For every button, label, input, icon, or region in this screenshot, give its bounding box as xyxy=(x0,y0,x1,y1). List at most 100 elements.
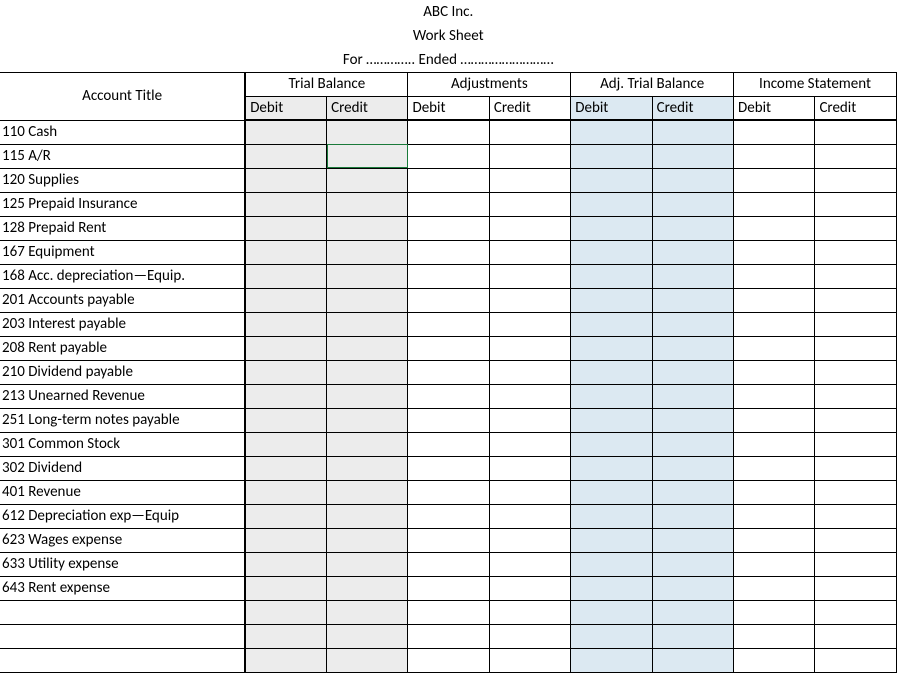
data-cell[interactable] xyxy=(652,456,733,480)
data-cell[interactable] xyxy=(408,360,489,384)
data-cell[interactable] xyxy=(815,336,897,360)
data-cell[interactable] xyxy=(652,600,733,624)
data-cell[interactable] xyxy=(245,552,326,576)
account-title-cell[interactable]: 213 Unearned Revenue xyxy=(0,384,245,408)
data-cell[interactable] xyxy=(489,144,570,168)
data-cell[interactable] xyxy=(652,216,733,240)
data-cell[interactable] xyxy=(652,264,733,288)
data-cell[interactable] xyxy=(571,384,652,408)
account-title-cell[interactable]: 302 Dividend xyxy=(0,456,245,480)
data-cell[interactable] xyxy=(245,408,326,432)
data-cell[interactable] xyxy=(489,504,570,528)
data-cell[interactable] xyxy=(489,168,570,192)
data-cell[interactable] xyxy=(408,264,489,288)
data-cell[interactable] xyxy=(652,480,733,504)
account-title-cell[interactable]: 251 Long-term notes payable xyxy=(0,408,245,432)
data-cell[interactable] xyxy=(245,360,326,384)
data-cell[interactable] xyxy=(815,456,897,480)
data-cell[interactable] xyxy=(489,624,570,648)
data-cell[interactable] xyxy=(571,456,652,480)
data-cell[interactable] xyxy=(734,336,815,360)
data-cell[interactable] xyxy=(408,216,489,240)
account-title-cell[interactable]: 128 Prepaid Rent xyxy=(0,216,245,240)
data-cell[interactable] xyxy=(489,312,570,336)
data-cell[interactable] xyxy=(815,576,897,600)
data-cell[interactable] xyxy=(245,624,326,648)
data-cell[interactable] xyxy=(489,288,570,312)
data-cell[interactable] xyxy=(327,600,408,624)
data-cell[interactable] xyxy=(571,216,652,240)
data-cell[interactable] xyxy=(327,288,408,312)
data-cell[interactable] xyxy=(815,240,897,264)
data-cell[interactable] xyxy=(652,408,733,432)
data-cell[interactable] xyxy=(489,192,570,216)
data-cell[interactable] xyxy=(815,192,897,216)
data-cell[interactable] xyxy=(734,144,815,168)
data-cell[interactable] xyxy=(408,576,489,600)
data-cell[interactable] xyxy=(734,624,815,648)
account-title-cell[interactable]: 203 Interest payable xyxy=(0,312,245,336)
data-cell[interactable] xyxy=(571,408,652,432)
data-cell[interactable] xyxy=(245,264,326,288)
data-cell[interactable] xyxy=(408,168,489,192)
data-cell[interactable] xyxy=(245,336,326,360)
account-title-cell[interactable]: 612 Depreciation exp—Equip xyxy=(0,504,245,528)
data-cell[interactable] xyxy=(489,576,570,600)
data-cell[interactable] xyxy=(408,480,489,504)
data-cell[interactable] xyxy=(652,384,733,408)
data-cell[interactable] xyxy=(408,648,489,672)
data-cell[interactable] xyxy=(815,360,897,384)
data-cell[interactable] xyxy=(327,552,408,576)
account-title-cell[interactable]: 633 Utility expense xyxy=(0,552,245,576)
data-cell[interactable] xyxy=(245,120,326,144)
data-cell[interactable] xyxy=(489,480,570,504)
account-title-cell[interactable]: 201 Accounts payable xyxy=(0,288,245,312)
data-cell[interactable] xyxy=(408,600,489,624)
data-cell[interactable] xyxy=(327,576,408,600)
data-cell[interactable] xyxy=(245,576,326,600)
data-cell[interactable] xyxy=(652,624,733,648)
data-cell[interactable] xyxy=(652,120,733,144)
data-cell[interactable] xyxy=(652,360,733,384)
data-cell[interactable] xyxy=(815,144,897,168)
data-cell[interactable] xyxy=(489,264,570,288)
data-cell[interactable] xyxy=(408,336,489,360)
data-cell[interactable] xyxy=(734,168,815,192)
data-cell[interactable] xyxy=(815,264,897,288)
data-cell[interactable] xyxy=(571,624,652,648)
data-cell[interactable] xyxy=(734,528,815,552)
data-cell[interactable] xyxy=(815,312,897,336)
data-cell[interactable] xyxy=(408,528,489,552)
data-cell[interactable] xyxy=(652,552,733,576)
data-cell[interactable] xyxy=(408,504,489,528)
data-cell[interactable] xyxy=(327,168,408,192)
data-cell[interactable] xyxy=(327,408,408,432)
data-cell[interactable] xyxy=(245,216,326,240)
data-cell[interactable] xyxy=(734,216,815,240)
data-cell[interactable] xyxy=(571,264,652,288)
data-cell[interactable] xyxy=(489,552,570,576)
data-cell[interactable] xyxy=(408,120,489,144)
data-cell[interactable] xyxy=(408,144,489,168)
account-title-cell[interactable]: 110 Cash xyxy=(0,120,245,144)
data-cell[interactable] xyxy=(815,168,897,192)
data-cell[interactable] xyxy=(652,648,733,672)
data-cell[interactable] xyxy=(734,480,815,504)
data-cell[interactable] xyxy=(571,144,652,168)
data-cell[interactable] xyxy=(571,168,652,192)
account-title-cell[interactable]: 210 Dividend payable xyxy=(0,360,245,384)
data-cell[interactable] xyxy=(245,648,326,672)
data-cell[interactable] xyxy=(734,600,815,624)
account-title-cell[interactable]: 208 Rent payable xyxy=(0,336,245,360)
data-cell[interactable] xyxy=(327,336,408,360)
data-cell[interactable] xyxy=(815,384,897,408)
data-cell[interactable] xyxy=(245,528,326,552)
account-title-cell[interactable]: 115 A/R xyxy=(0,144,245,168)
data-cell[interactable] xyxy=(571,240,652,264)
data-cell[interactable] xyxy=(652,144,733,168)
data-cell[interactable] xyxy=(245,600,326,624)
account-title-cell[interactable] xyxy=(0,624,245,648)
data-cell[interactable] xyxy=(489,408,570,432)
data-cell[interactable] xyxy=(408,624,489,648)
data-cell[interactable] xyxy=(571,504,652,528)
